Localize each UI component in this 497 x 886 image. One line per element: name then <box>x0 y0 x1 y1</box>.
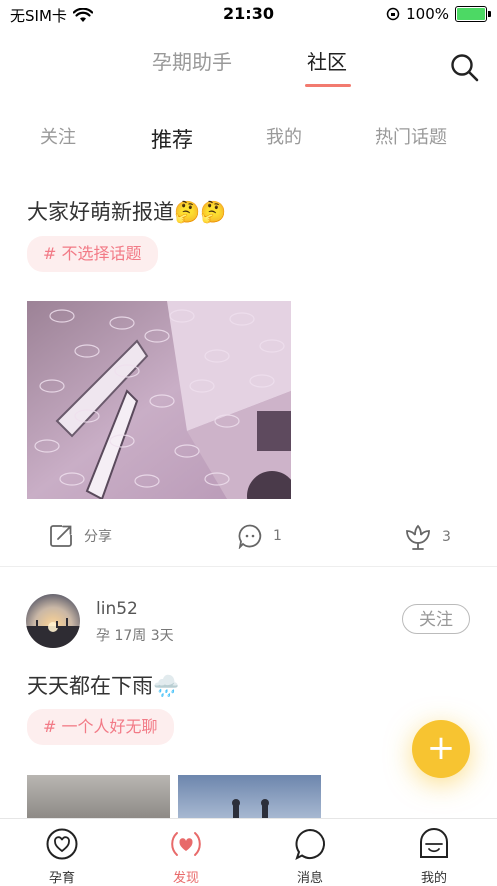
flower-like-icon <box>406 524 430 550</box>
username[interactable]: lin52 <box>96 599 138 619</box>
nav-item-me[interactable]: 我的 <box>389 819 479 886</box>
nav-label: 消息 <box>296 871 323 886</box>
nav-item-discover[interactable]: 发现 <box>141 819 231 886</box>
nav-label: 孕育 <box>48 871 75 886</box>
active-tab-indicator <box>305 84 351 87</box>
subtab-follow[interactable]: 关注 <box>40 123 76 149</box>
like-count: 3 <box>442 529 451 545</box>
subtab-recommend[interactable]: 推荐 <box>151 124 193 154</box>
share-label: 分享 <box>84 529 112 545</box>
post-divider <box>0 566 497 567</box>
chat-bubble-icon <box>295 828 325 860</box>
comment-count: 1 <box>273 528 282 544</box>
comment-button[interactable]: 1 <box>237 523 282 549</box>
create-post-button[interactable]: + <box>412 720 470 778</box>
post-image[interactable] <box>27 775 170 818</box>
follow-button[interactable]: 关注 <box>402 604 470 634</box>
topic-chip[interactable]: # 一个人好无聊 <box>27 709 174 745</box>
comment-icon <box>238 524 262 549</box>
status-bar: 无SIM卡 21:30 100% <box>0 0 497 30</box>
topic-chip[interactable]: # 不选择话题 <box>27 236 158 272</box>
post-text[interactable]: 大家好萌新报道🤔🤔 <box>27 196 226 226</box>
status-right: 100% <box>386 5 491 23</box>
share-icon <box>50 525 72 547</box>
battery-icon <box>455 6 491 22</box>
like-button[interactable]: 3 <box>404 523 451 551</box>
share-button[interactable]: 分享 <box>48 523 112 549</box>
nav-item-pregnancy[interactable]: 孕育 <box>17 819 107 886</box>
battery-percent: 100% <box>406 5 449 23</box>
bottom-nav: 孕育 发现 消息 我的 <box>0 818 497 886</box>
subtab-hot-topics[interactable]: 热门话题 <box>375 123 447 149</box>
nav-item-messages[interactable]: 消息 <box>265 819 355 886</box>
post-image[interactable] <box>27 301 297 521</box>
profile-face-icon <box>420 828 448 858</box>
search-icon[interactable] <box>449 52 479 82</box>
heart-circle-icon <box>46 828 78 860</box>
tab-pregnancy-assistant[interactable]: 孕期助手 <box>152 46 232 75</box>
tab-community[interactable]: 社区 <box>307 46 347 75</box>
avatar[interactable] <box>26 594 80 648</box>
post-image[interactable] <box>178 775 321 818</box>
subtab-mine[interactable]: 我的 <box>266 123 302 149</box>
nav-label: 发现 <box>172 871 199 886</box>
post-text[interactable]: 天天都在下雨🌧️ <box>27 670 179 700</box>
pregnancy-week: 孕 17周 3天 <box>96 628 174 644</box>
heart-signal-icon <box>171 832 201 856</box>
rotation-lock-icon <box>386 7 400 21</box>
nav-label: 我的 <box>420 871 447 886</box>
